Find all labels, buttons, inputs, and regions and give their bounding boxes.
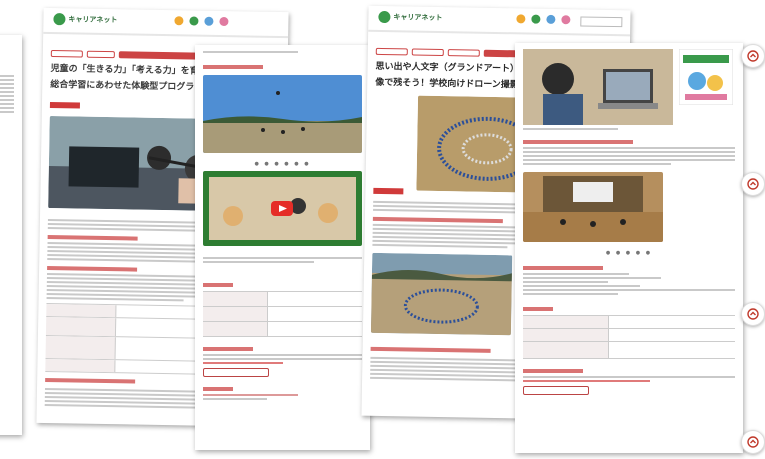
table-row — [523, 329, 735, 342]
chevron-up-icon — [747, 178, 759, 190]
site-logo[interactable]: キャリアネット — [378, 10, 442, 24]
site-header: キャリアネット — [368, 5, 631, 37]
page-left-edge — [0, 35, 22, 435]
children-laptop-photo — [523, 49, 673, 125]
logo-mark-icon — [53, 13, 66, 26]
contact-button[interactable] — [203, 368, 269, 377]
mascot-banner[interactable] — [679, 49, 733, 105]
contact-button[interactable] — [523, 386, 589, 395]
page-4: ● ● ● ● ● — [515, 43, 743, 453]
search-input[interactable] — [580, 16, 623, 28]
aerial-field-photo — [370, 252, 513, 336]
info-table — [203, 291, 362, 337]
chevron-up-icon — [747, 436, 759, 448]
category-tag[interactable] — [49, 102, 80, 109]
section-heading — [203, 65, 263, 69]
video-thumbnail[interactable] — [203, 171, 362, 246]
gym-event-photo — [523, 172, 663, 242]
category-tag[interactable] — [373, 187, 404, 195]
table-row — [203, 322, 362, 337]
nav-icons — [174, 16, 229, 27]
section-heading — [45, 377, 136, 384]
nav-icon[interactable] — [204, 16, 214, 26]
table-row — [523, 316, 735, 329]
scroll-top-button-1[interactable] — [741, 44, 765, 68]
section-heading — [523, 369, 583, 373]
section-heading — [203, 347, 253, 351]
info-table — [523, 315, 735, 359]
section-heading — [370, 346, 491, 353]
section-heading — [372, 216, 503, 224]
carousel-dots[interactable]: ● ● ● ● ● — [515, 250, 743, 256]
nav-icons — [516, 14, 571, 25]
nav-icon[interactable] — [531, 14, 541, 24]
table-row — [203, 292, 362, 307]
nav-icon[interactable] — [561, 15, 571, 25]
section-heading — [523, 307, 553, 311]
chevron-up-icon — [747, 308, 759, 320]
nav-icon[interactable] — [189, 16, 199, 26]
nav-icon[interactable] — [219, 16, 229, 27]
table-row — [523, 342, 735, 359]
logo-mark-icon — [378, 10, 391, 24]
site-header: キャリアネット — [43, 7, 289, 39]
page-2: ● ● ● ● ● ● — [195, 45, 370, 450]
carousel-dots[interactable]: ● ● ● ● ● ● — [195, 161, 370, 167]
site-logo[interactable]: キャリアネット — [53, 13, 118, 26]
section-heading — [523, 266, 603, 270]
scroll-top-button-4[interactable] — [741, 430, 765, 454]
table-row — [203, 307, 362, 322]
section-heading — [47, 234, 138, 241]
scroll-top-button-2[interactable] — [741, 172, 765, 196]
field-drone-photo — [203, 75, 362, 153]
section-heading — [47, 265, 138, 272]
nav-icon[interactable] — [516, 14, 526, 24]
nav-icon[interactable] — [546, 14, 556, 25]
section-heading — [523, 140, 633, 144]
chevron-up-icon — [747, 50, 759, 62]
scroll-top-button-3[interactable] — [741, 302, 765, 326]
section-heading — [203, 387, 233, 391]
nav-icon[interactable] — [174, 16, 184, 26]
section-heading — [203, 283, 233, 287]
